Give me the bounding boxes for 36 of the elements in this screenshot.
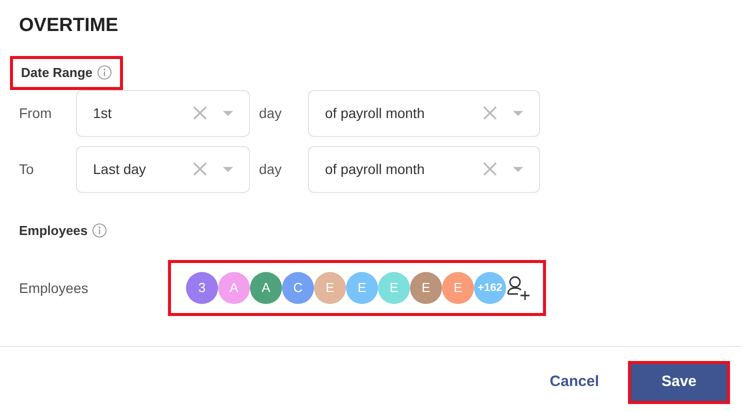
avatar[interactable]: C [282,272,314,304]
dropdown-field[interactable]: of payroll month [308,90,540,136]
section-label: Date Range [21,64,93,82]
avatar[interactable]: E [410,272,442,304]
dropdown-field[interactable]: 1st [76,90,250,136]
avatar[interactable]: A [250,272,282,304]
row-label: From [19,104,53,122]
clear-icon[interactable] [483,106,497,120]
avatar[interactable]: E [346,272,378,304]
dropdown-field[interactable]: Last day [76,146,250,192]
caret-icon[interactable] [223,166,233,172]
avatar[interactable]: A [218,272,250,304]
avatar[interactable]: +162 [474,272,506,304]
caret-icon[interactable] [223,110,233,116]
clear-icon[interactable] [193,106,207,120]
cancel-button[interactable]: Cancel [542,361,606,404]
avatar[interactable]: E [314,272,346,304]
clear-icon[interactable] [193,162,207,176]
save-button[interactable]: Save [628,361,730,404]
info-icon [92,222,107,238]
dialog-title: OVERTIME [19,14,120,38]
caret-icon[interactable] [513,166,523,172]
dropdown-field[interactable]: of payroll month [308,146,540,192]
info-icon [96,65,112,80]
avatar[interactable]: 3 [186,272,218,304]
clear-icon[interactable] [483,162,497,176]
add-person-icon[interactable] [506,275,532,301]
caret-icon[interactable] [513,110,523,116]
field-label: Employees [19,278,90,298]
unit-label: day [258,160,283,179]
avatar[interactable]: E [378,272,410,304]
unit-label: day [258,104,283,123]
avatar[interactable]: E [442,272,474,304]
section-label: Employees [19,222,88,240]
row-label: To [19,160,35,178]
employee-picker[interactable]: 3 A A C E E E E E +162 [168,260,546,316]
